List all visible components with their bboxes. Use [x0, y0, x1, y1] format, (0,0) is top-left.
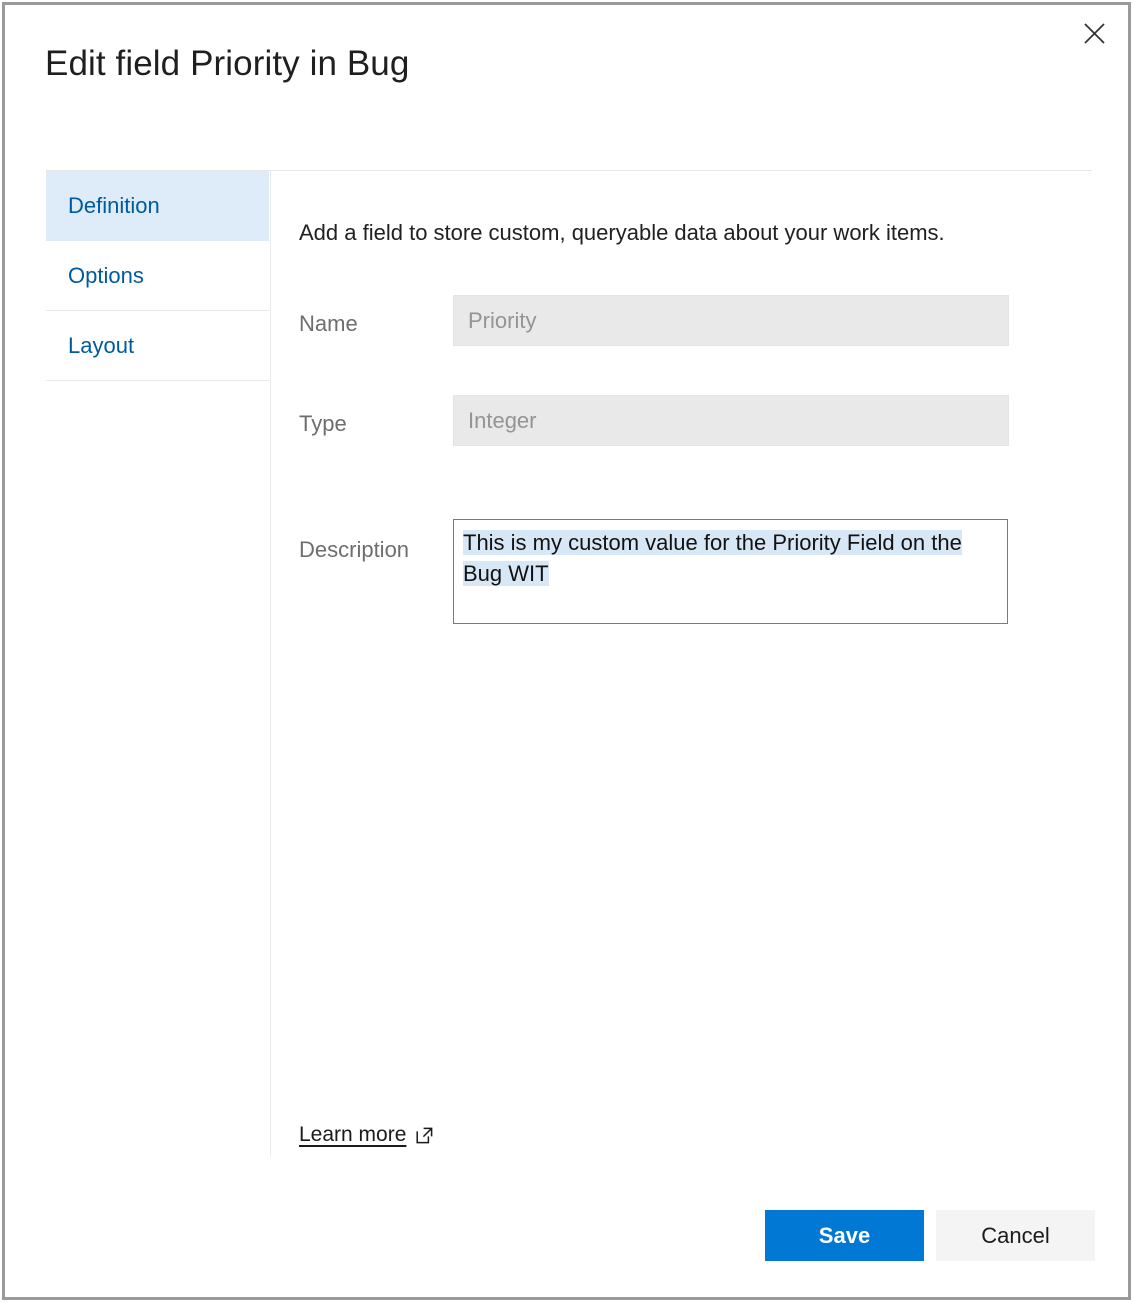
field-row-description: Description This is my custom value for … [299, 519, 1009, 624]
external-link-icon [415, 1125, 434, 1145]
edit-field-dialog: Edit field Priority in Bug Definition Op… [2, 2, 1131, 1300]
sidebar-content-divider [270, 171, 271, 1156]
field-row-type: Type Integer [299, 395, 1009, 446]
sidebar-item-layout[interactable]: Layout [46, 311, 269, 381]
type-label: Type [299, 395, 453, 435]
dialog-title: Edit field Priority in Bug [45, 43, 409, 85]
name-label: Name [299, 295, 453, 335]
sidebar-item-label: Options [68, 263, 144, 289]
sidebar-item-label: Definition [68, 193, 160, 219]
description-label: Description [299, 519, 453, 561]
learn-more-label: Learn more [299, 1123, 406, 1147]
sidebar-item-options[interactable]: Options [46, 241, 269, 311]
learn-more-link[interactable]: Learn more [299, 1123, 434, 1147]
cancel-button[interactable]: Cancel [936, 1210, 1095, 1261]
dialog-body: Edit field Priority in Bug Definition Op… [5, 5, 1128, 1297]
field-row-name: Name Priority [299, 295, 1009, 346]
save-button[interactable]: Save [765, 1210, 924, 1261]
sidebar-item-label: Layout [68, 333, 134, 359]
close-button[interactable] [1072, 13, 1116, 53]
panel-description: Add a field to store custom, queryable d… [299, 219, 945, 248]
description-text: This is my custom value for the Priority… [463, 530, 962, 586]
type-input: Integer [453, 395, 1009, 446]
sidebar-item-definition[interactable]: Definition [46, 171, 269, 241]
close-icon [1082, 21, 1107, 46]
sidebar-tablist: Definition Options Layout [46, 171, 269, 381]
description-textarea[interactable]: This is my custom value for the Priority… [453, 519, 1008, 624]
name-input: Priority [453, 295, 1009, 346]
